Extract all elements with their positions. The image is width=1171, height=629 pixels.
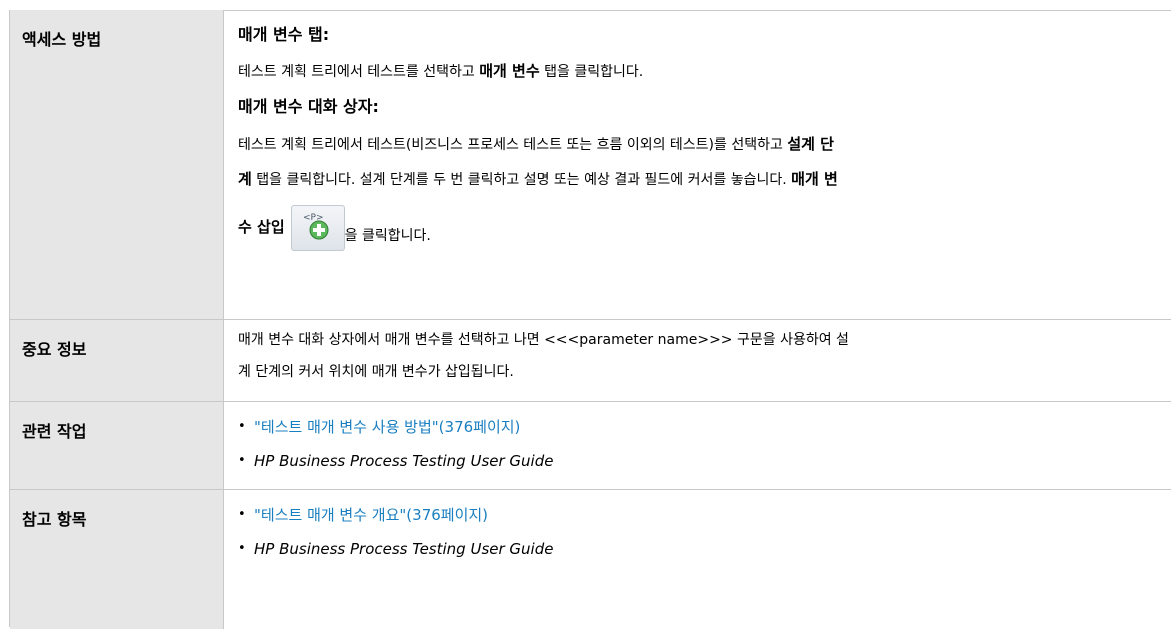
list-item: "테스트 매개 변수 사용 방법"(376페이지) xyxy=(238,410,1163,444)
see-also-link[interactable]: "테스트 매개 변수 개요"(376페이지) xyxy=(254,506,488,524)
row-value-tasks: "테스트 매개 변수 사용 방법"(376페이지) HP Business Pr… xyxy=(224,402,1171,489)
row-label-see-also: 참고 항목 xyxy=(10,490,224,629)
row-value-access: 매개 변수 탭: 테스트 계획 트리에서 테스트를 선택하고 매개 변수 탭을 … xyxy=(224,10,1171,319)
table-row-tasks: 관련 작업 "테스트 매개 변수 사용 방법"(376페이지) HP Busin… xyxy=(10,401,1171,489)
row-label-access: 액세스 방법 xyxy=(10,10,224,319)
row-value-important: 매개 변수 대화 상자에서 매개 변수를 선택하고 나면 <<<paramete… xyxy=(224,320,1171,401)
table-row-see-also: 참고 항목 "테스트 매개 변수 개요"(376페이지) HP Business… xyxy=(10,489,1171,629)
table-row-important: 중요 정보 매개 변수 대화 상자에서 매개 변수를 선택하고 나면 <<<pa… xyxy=(10,319,1171,401)
info-table: 액세스 방법 매개 변수 탭: 테스트 계획 트리에서 테스트를 선택하고 매개… xyxy=(10,10,1171,629)
list-item: HP Business Process Testing User Guide xyxy=(238,532,1163,566)
list-item: HP Business Process Testing User Guide xyxy=(238,444,1163,478)
table-row-access: 액세스 방법 매개 변수 탭: 테스트 계획 트리에서 테스트를 선택하고 매개… xyxy=(10,10,1171,319)
task-link[interactable]: "테스트 매개 변수 사용 방법"(376페이지) xyxy=(254,418,520,436)
list-item: "테스트 매개 변수 개요"(376페이지) xyxy=(238,498,1163,532)
row-label-tasks: 관련 작업 xyxy=(10,402,224,489)
row-value-see-also: "테스트 매개 변수 개요"(376페이지) HP Business Proce… xyxy=(224,490,1171,629)
important-line-1: 매개 변수 대화 상자에서 매개 변수를 선택하고 나면 <<<paramete… xyxy=(238,332,849,348)
parameters-dialog-text: 테스트 계획 트리에서 테스트(비즈니스 프로세스 테스트 또는 흐름 이외의 … xyxy=(238,127,1163,266)
guide-reference: HP Business Process Testing User Guide xyxy=(254,452,554,470)
insert-parameter-icon: <P> xyxy=(290,205,345,251)
row-label-important: 중요 정보 xyxy=(10,320,224,401)
parameters-dialog-heading: 매개 변수 대화 상자: xyxy=(238,97,379,116)
parameters-tab-text: 테스트 계획 트리에서 테스트를 선택하고 매개 변수 탭을 클릭합니다. xyxy=(238,62,644,80)
parameters-tab-heading: 매개 변수 탭: xyxy=(238,25,330,44)
important-line-2: 계 단계의 커서 위치에 매개 변수가 삽입됩니다. xyxy=(238,364,514,380)
guide-reference: HP Business Process Testing User Guide xyxy=(254,540,554,558)
